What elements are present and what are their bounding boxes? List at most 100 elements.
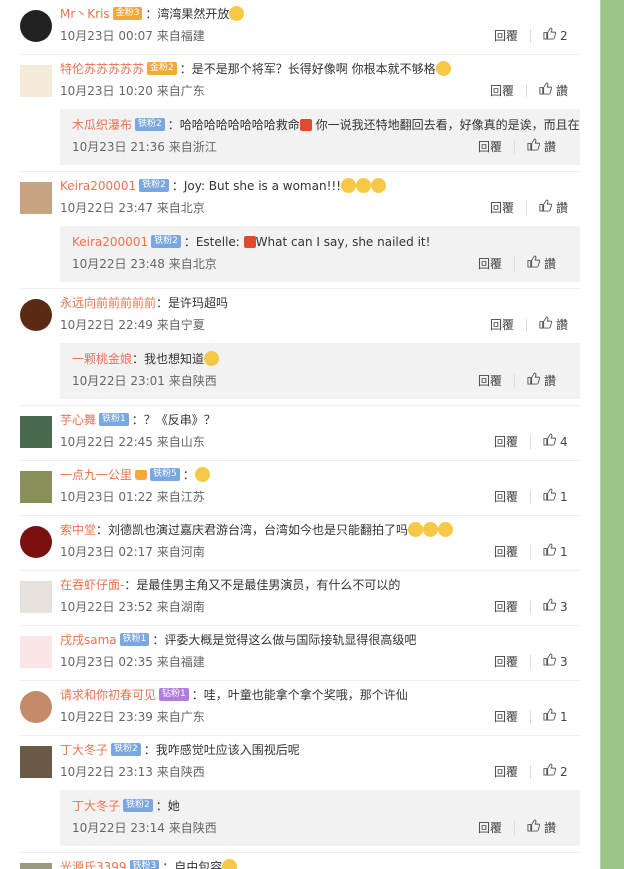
reply-button[interactable]: 回覆	[482, 765, 530, 779]
fan-badge: 铁粉2	[135, 118, 165, 131]
comment-item: 光源氏3399 铁粉3 ：自由包容	[0, 853, 600, 869]
like-button[interactable]: 1	[530, 488, 580, 504]
username-link[interactable]: 在吞虾仔面-	[60, 578, 124, 592]
avatar[interactable]	[20, 299, 52, 331]
reply-button[interactable]: 回覆	[478, 201, 526, 215]
like-count: 1	[560, 710, 568, 724]
username-link[interactable]: 戌戌sama	[60, 633, 117, 647]
like-count: 2	[560, 765, 568, 779]
like-button[interactable]: 讚	[513, 138, 568, 154]
like-button[interactable]: 4	[530, 433, 580, 449]
like-button[interactable]: 3	[530, 598, 580, 614]
comment-actions: 回覆 讚	[478, 315, 580, 335]
username-link[interactable]: 一颗桃金娘	[72, 352, 132, 366]
like-button[interactable]: 3	[530, 653, 580, 669]
emoji-icon	[408, 522, 424, 537]
comment-content: 芋心舞 铁粉1 ：？《反串》？ 10月22日 22:45 来自山东 回覆 4	[0, 410, 600, 456]
comment-content: 一点九一公里 铁粉5： 10月23日 01:22 来自江苏 回覆 1	[0, 465, 600, 511]
like-button[interactable]: 讚	[525, 199, 580, 215]
reply-button[interactable]: 回覆	[466, 140, 514, 154]
comment-actions: 回覆 讚	[466, 254, 568, 274]
comment-timestamp: 10月22日 23:14 来自陕西	[72, 821, 217, 835]
avatar[interactable]	[20, 636, 52, 668]
comment-content: Keira200001 铁粉2 ：Joy: But she is a woman!!…	[0, 176, 600, 222]
reply-button[interactable]: 回覆	[482, 545, 530, 559]
avatar[interactable]	[20, 10, 52, 42]
username-link[interactable]: 丁大冬子	[72, 799, 120, 813]
like-count: 讚	[543, 140, 556, 154]
avatar[interactable]	[20, 416, 52, 448]
reply-button[interactable]: 回覆	[466, 257, 514, 271]
comment-timestamp: 10月22日 23:52 来自湖南	[60, 600, 205, 614]
avatar[interactable]	[20, 581, 52, 613]
comment-body: ：她	[155, 799, 180, 813]
username-link[interactable]: 请求和你初春可见	[60, 688, 156, 702]
username-link[interactable]: 木瓜织瀑布	[72, 118, 132, 132]
comment-meta: 10月22日 23:13 来自陕西 回覆 2	[60, 762, 580, 786]
username-link[interactable]: 一点九一公里	[60, 468, 132, 482]
like-button[interactable]: 讚	[513, 819, 568, 835]
like-button[interactable]: 2	[530, 763, 580, 779]
avatar[interactable]	[20, 471, 52, 503]
reply-button[interactable]: 回覆	[466, 821, 514, 835]
comment-item: 请求和你初春可见 钻粉1 ：哇，叶童也能拿个拿个奖哦，那个许仙 10月22日 23:3…	[0, 681, 600, 731]
username-link[interactable]: 丁大冬子	[60, 743, 108, 757]
reply-button[interactable]: 回覆	[478, 84, 526, 98]
reply-button[interactable]: 回覆	[478, 318, 526, 332]
reply-button[interactable]: 回覆	[482, 600, 530, 614]
like-button[interactable]: 讚	[525, 82, 580, 98]
username-link[interactable]: 永远向前前前前前	[60, 296, 156, 310]
comment-meta: 10月23日 01:22 来自江苏 回覆 1	[60, 487, 580, 511]
comment-meta: 10月22日 23:48 来自北京 回覆 讚	[72, 254, 580, 278]
comment-body: ：是不是那个将军？长得好像啊 你根本就不够格	[179, 62, 436, 76]
fan-badge: 铁粉2	[123, 799, 153, 812]
reply-button[interactable]: 回覆	[482, 710, 530, 724]
like-button[interactable]: 1	[530, 708, 580, 724]
like-count: 1	[560, 490, 568, 504]
username-link[interactable]: 光源氏3399	[60, 860, 127, 869]
comment-content: 索中堂：刘德凯也演过嘉庆君游台湾，台湾如今也是只能翻拍了吗 10月23日 02:1…	[0, 520, 600, 566]
like-button[interactable]: 1	[530, 543, 580, 559]
comment-text-line: 在吞虾仔面-：是最佳男主角又不是最佳男演员，有什么不可以的	[60, 575, 580, 597]
username-link[interactable]: Keira200001	[60, 179, 136, 193]
like-button[interactable]: 讚	[525, 315, 580, 335]
reply-button[interactable]: 回覆	[482, 655, 530, 669]
like-button[interactable]: 讚	[513, 255, 568, 271]
username-link[interactable]: 索中堂	[60, 523, 96, 537]
like-count: 讚	[555, 84, 568, 98]
comment-text-line: 丁大冬子 铁粉2 ：我咋感觉吐应该入围视后呢	[60, 740, 580, 762]
comment-item: Mr丶Kris 金粉3 ：湾湾果然开放 10月23日 00:07 来自福建 回覆 2	[0, 0, 600, 50]
comment-meta: 10月22日 22:49 来自宁夏 回覆 讚	[60, 315, 580, 339]
comment-text-line: 一颗桃金娘：我也想知道	[72, 349, 580, 371]
avatar[interactable]	[20, 691, 52, 723]
username-link[interactable]: 特伦苏苏苏苏苏	[60, 62, 144, 76]
like-button[interactable]: 2	[530, 27, 580, 43]
thumbs-up-icon	[527, 371, 540, 391]
reply-item: 木瓜织瀑布 铁粉2 ：哈哈哈哈哈哈哈哈救命 你一说我还特地翻回去看，好像真的是诶，而…	[60, 109, 580, 165]
like-button[interactable]: 讚	[513, 371, 568, 391]
comment-meta: 10月22日 22:45 来自山东 回覆 4	[60, 432, 580, 456]
username-link[interactable]: 芋心舞	[60, 413, 96, 427]
comment-body: ：Joy: But she is a woman!!!	[171, 179, 342, 193]
reply-button[interactable]: 回覆	[466, 374, 514, 388]
comment-timestamp: 10月22日 23:48 来自北京	[72, 257, 217, 271]
avatar[interactable]	[20, 65, 52, 97]
comment-content: 永远向前前前前前：是许玛超吗 10月22日 22:49 来自宁夏 回覆 讚	[0, 293, 600, 339]
comment-actions: 回覆 讚	[466, 137, 568, 157]
username-link[interactable]: Keira200001	[72, 235, 148, 249]
fan-badge: 金粉3	[112, 7, 143, 20]
comment-timestamp: 10月23日 00:07 来自福建	[60, 29, 205, 43]
reply-button[interactable]: 回覆	[482, 435, 530, 449]
reply-button[interactable]: 回覆	[482, 29, 530, 43]
avatar[interactable]	[20, 746, 52, 778]
thumbs-up-icon	[539, 315, 552, 335]
comment-text-line: Keira200001 铁粉2 ：Joy: But she is a woman!!…	[60, 176, 580, 198]
comment-content: 光源氏3399 铁粉3 ：自由包容	[0, 857, 600, 869]
username-link[interactable]: Mr丶Kris	[60, 7, 110, 21]
avatar[interactable]	[20, 526, 52, 558]
comment-timestamp: 10月22日 22:49 来自宁夏	[60, 318, 205, 332]
avatar[interactable]	[20, 182, 52, 214]
avatar[interactable]	[20, 863, 52, 869]
reply-button[interactable]: 回覆	[482, 490, 530, 504]
comment-timestamp: 10月23日 01:22 来自江苏	[60, 490, 205, 504]
